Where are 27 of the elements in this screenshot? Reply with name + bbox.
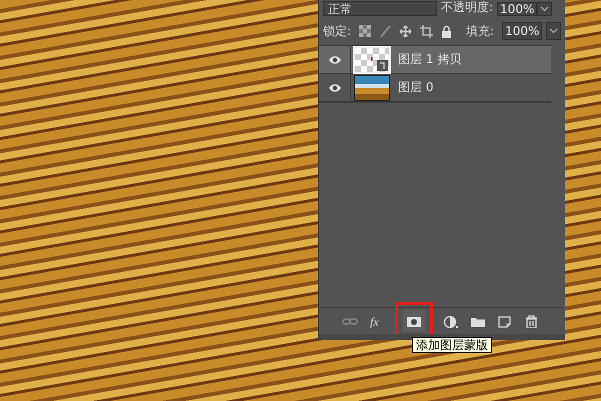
opacity-label: 不透明度:	[441, 0, 494, 16]
layer-name: 图层 1 拷贝	[398, 51, 462, 68]
lock-label: 锁定:	[323, 22, 352, 40]
trash-icon	[524, 314, 540, 328]
fill-field[interactable]: 100%	[502, 22, 542, 40]
layer-thumbnail	[355, 76, 389, 100]
lock-icon[interactable]	[441, 24, 452, 38]
opacity-dropdown-button[interactable]	[537, 2, 552, 16]
fill-dropdown-button[interactable]	[546, 22, 561, 40]
layer-name: 图层 0	[398, 79, 434, 96]
layer-row[interactable]: 图层 0	[319, 74, 551, 102]
eye-icon[interactable]	[328, 54, 342, 64]
eye-icon[interactable]	[328, 82, 342, 92]
mask-icon	[406, 314, 422, 328]
move-icon[interactable]	[399, 24, 412, 38]
fill-label: 填充:	[466, 22, 494, 40]
opacity-field[interactable]: 100%	[497, 2, 538, 16]
chevron-down-icon	[540, 6, 550, 12]
tooltip: 添加图层蒙版	[412, 337, 492, 353]
mask-button[interactable]	[403, 310, 425, 332]
layer-row[interactable]: 图层 1 拷贝	[319, 46, 551, 74]
blend-mode-dropdown[interactable]: 正常	[323, 1, 437, 16]
checker-lock-icon[interactable]	[359, 25, 372, 37]
chevron-down-icon	[549, 28, 558, 34]
new-page-icon	[497, 314, 513, 328]
transparent-layer-thumbnail	[355, 48, 389, 72]
crop-icon[interactable]	[420, 24, 434, 38]
